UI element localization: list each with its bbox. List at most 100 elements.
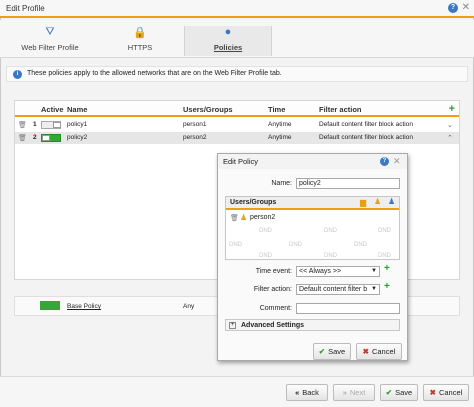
check-icon: ✔ bbox=[385, 388, 393, 397]
tab-label: HTTPS bbox=[127, 43, 153, 52]
dialog-title: Edit Policy bbox=[223, 157, 259, 166]
save-button[interactable]: ✔ Save bbox=[380, 384, 418, 401]
policy-users: person1 bbox=[183, 121, 207, 128]
table-row[interactable]: 🗑 1 policy1 person1 Anytime Default cont… bbox=[15, 119, 459, 131]
base-policy-label[interactable]: Base Policy bbox=[67, 303, 101, 310]
dialog-save-button[interactable]: ✔ Save bbox=[313, 343, 351, 360]
filter-value: Default content filter b bbox=[299, 286, 368, 293]
expand-icon: + bbox=[229, 322, 236, 329]
users-groups-panel: Users/Groups ▆ ♟ ♟ 🗑 ♟ person2 DND DND D… bbox=[225, 196, 400, 260]
tab-https[interactable]: 🔒 HTTPS bbox=[96, 26, 184, 56]
trash-icon[interactable]: 🗑 bbox=[18, 121, 27, 129]
dnd-placeholder: DND bbox=[324, 228, 337, 234]
dnd-placeholder: DND bbox=[378, 228, 391, 234]
dialog-cancel-label: Cancel bbox=[371, 347, 396, 356]
dropdown-arrow-icon: ▼ bbox=[371, 286, 377, 292]
tab-policies[interactable]: ● Policies bbox=[184, 26, 272, 56]
filter-action-select[interactable]: Default content filter b ▼ bbox=[296, 284, 380, 295]
policy-time: Anytime bbox=[268, 134, 292, 141]
filter-icon: ⛛ bbox=[45, 26, 55, 38]
back-button[interactable]: «Back bbox=[286, 384, 328, 401]
close-icon[interactable]: ✕ bbox=[393, 156, 401, 167]
table-row[interactable]: 🗑 2 policy2 person2 Anytime Default cont… bbox=[15, 132, 459, 144]
active-toggle[interactable] bbox=[41, 121, 61, 129]
policy-name: policy2 bbox=[67, 134, 88, 141]
column-active[interactable]: Active bbox=[41, 105, 64, 114]
dnd-placeholder: DND bbox=[378, 253, 391, 259]
save-label: Save bbox=[395, 388, 413, 397]
info-icon: i bbox=[13, 70, 22, 79]
cancel-x-icon: ✖ bbox=[429, 388, 436, 397]
trash-icon[interactable]: 🗑 bbox=[230, 214, 239, 222]
footer: «Back » Next ✔ Save ✖ Cancel bbox=[0, 376, 474, 407]
base-policy-toggle bbox=[40, 301, 60, 310]
add-group-icon[interactable]: ♟ bbox=[388, 197, 395, 206]
help-icon[interactable]: ? bbox=[448, 3, 458, 13]
dialog-title-bar: Edit Policy ? ✕ bbox=[218, 154, 407, 169]
cancel-button[interactable]: ✖ Cancel bbox=[423, 384, 469, 401]
add-policy-icon[interactable]: + bbox=[449, 103, 455, 115]
close-icon[interactable]: ✕ bbox=[462, 2, 470, 13]
title-bar: Edit Profile ? ✕ bbox=[0, 0, 474, 18]
dnd-placeholder: DND bbox=[259, 253, 272, 259]
next-arrow-icon: » bbox=[342, 388, 347, 397]
tab-label: Policies bbox=[213, 43, 243, 52]
cancel-label: Cancel bbox=[438, 388, 463, 397]
comment-input[interactable] bbox=[296, 303, 400, 314]
advanced-settings-label: Advanced Settings bbox=[241, 322, 305, 329]
dnd-placeholder: DND bbox=[229, 242, 242, 248]
base-policy-users: Any bbox=[183, 303, 195, 310]
policy-name: policy1 bbox=[67, 121, 88, 128]
dnd-placeholder: DND bbox=[289, 242, 302, 248]
chevron-down-icon[interactable]: ⌄ bbox=[447, 121, 453, 129]
grid-header: Active Name Users/Groups Time Filter act… bbox=[15, 101, 459, 117]
lock-icon: 🔒 bbox=[133, 27, 147, 39]
time-label: Time event: bbox=[255, 268, 292, 275]
active-toggle[interactable] bbox=[41, 134, 61, 142]
column-filter-action[interactable]: Filter action bbox=[319, 105, 362, 114]
check-icon: ✔ bbox=[318, 347, 326, 356]
edit-policy-dialog: Edit Policy ? ✕ Name: policy2 Users/Grou… bbox=[217, 153, 408, 361]
cancel-x-icon: ✖ bbox=[362, 347, 369, 356]
dnd-placeholder: DND bbox=[354, 242, 367, 248]
info-text: These policies apply to the allowed netw… bbox=[27, 70, 282, 77]
name-input[interactable]: policy2 bbox=[296, 178, 400, 189]
pin-icon: ● bbox=[224, 26, 232, 38]
column-time[interactable]: Time bbox=[268, 105, 285, 114]
dialog-save-label: Save bbox=[328, 347, 346, 356]
member-name[interactable]: person2 bbox=[250, 214, 275, 221]
back-label: Back bbox=[302, 388, 319, 397]
folder-icon[interactable]: ▆ bbox=[360, 198, 366, 207]
trash-icon[interactable]: 🗑 bbox=[18, 134, 27, 142]
dialog-cancel-button[interactable]: ✖ Cancel bbox=[356, 343, 402, 360]
column-users-groups[interactable]: Users/Groups bbox=[183, 105, 233, 114]
policy-users: person2 bbox=[183, 134, 207, 141]
column-name[interactable]: Name bbox=[67, 105, 87, 114]
row-index: 1 bbox=[33, 121, 37, 128]
user-icon: ♟ bbox=[240, 213, 248, 222]
time-event-select[interactable]: << Always >> ▼ bbox=[296, 266, 380, 277]
policy-time: Anytime bbox=[268, 121, 292, 128]
users-groups-header: Users/Groups ▆ ♟ ♟ bbox=[226, 197, 399, 210]
dnd-placeholder: DND bbox=[259, 228, 272, 234]
users-groups-title: Users/Groups bbox=[230, 199, 277, 206]
dnd-placeholder: DND bbox=[324, 253, 337, 259]
dropdown-arrow-icon: ▼ bbox=[371, 268, 377, 274]
comment-label: Comment: bbox=[259, 305, 292, 312]
back-arrow-icon: « bbox=[295, 388, 300, 397]
add-filter-icon[interactable]: + bbox=[384, 281, 390, 292]
window-title: Edit Profile bbox=[6, 4, 45, 13]
tab-bar: ⛛ Web Filter Profile 🔒 HTTPS ● Policies bbox=[0, 20, 474, 58]
filter-label: Filter action: bbox=[253, 286, 292, 293]
name-label: Name: bbox=[271, 180, 292, 187]
add-user-icon[interactable]: ♟ bbox=[374, 197, 381, 206]
help-icon[interactable]: ? bbox=[380, 157, 389, 166]
policy-action: Default content filter block action bbox=[319, 121, 413, 128]
tab-web-filter-profile[interactable]: ⛛ Web Filter Profile bbox=[6, 26, 94, 56]
tab-label: Web Filter Profile bbox=[21, 43, 79, 52]
chevron-up-icon[interactable]: ⌃ bbox=[447, 134, 453, 142]
advanced-settings-toggle[interactable]: + Advanced Settings bbox=[225, 319, 400, 331]
time-value: << Always >> bbox=[299, 268, 342, 275]
next-button[interactable]: » Next bbox=[333, 384, 375, 401]
add-time-icon[interactable]: + bbox=[384, 263, 390, 274]
